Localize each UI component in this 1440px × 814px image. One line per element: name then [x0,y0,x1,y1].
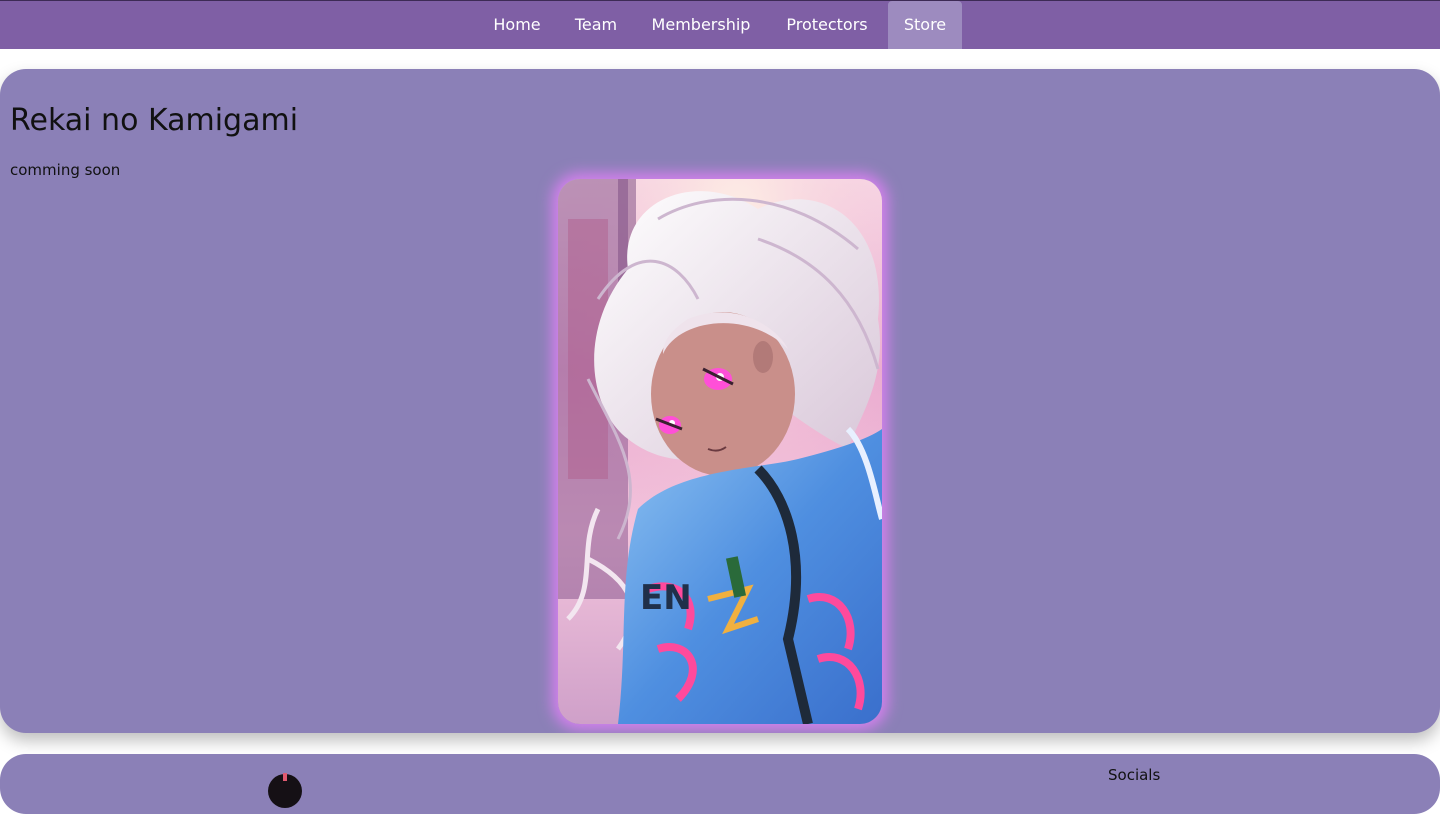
page-title: Rekai no Kamigami [10,103,299,138]
hero-image: EN [558,179,882,724]
anime-girl-illustration-icon: EN [558,179,882,724]
nav-store[interactable]: Store [888,1,962,49]
page-subtitle: comming soon [10,161,121,179]
main-card: Rekai no Kamigami comming soon EN [0,69,1440,733]
nav-membership[interactable]: Membership [636,1,766,49]
footer-card: Socials [0,754,1440,814]
nav-home[interactable]: Home [478,1,556,49]
nav-protectors[interactable]: Protectors [770,1,884,49]
nav-team[interactable]: Team [560,1,632,49]
svg-text:EN: EN [640,578,692,618]
socials-heading: Socials [1108,766,1161,784]
top-navbar: Home Team Membership Protectors Store [0,1,1440,49]
